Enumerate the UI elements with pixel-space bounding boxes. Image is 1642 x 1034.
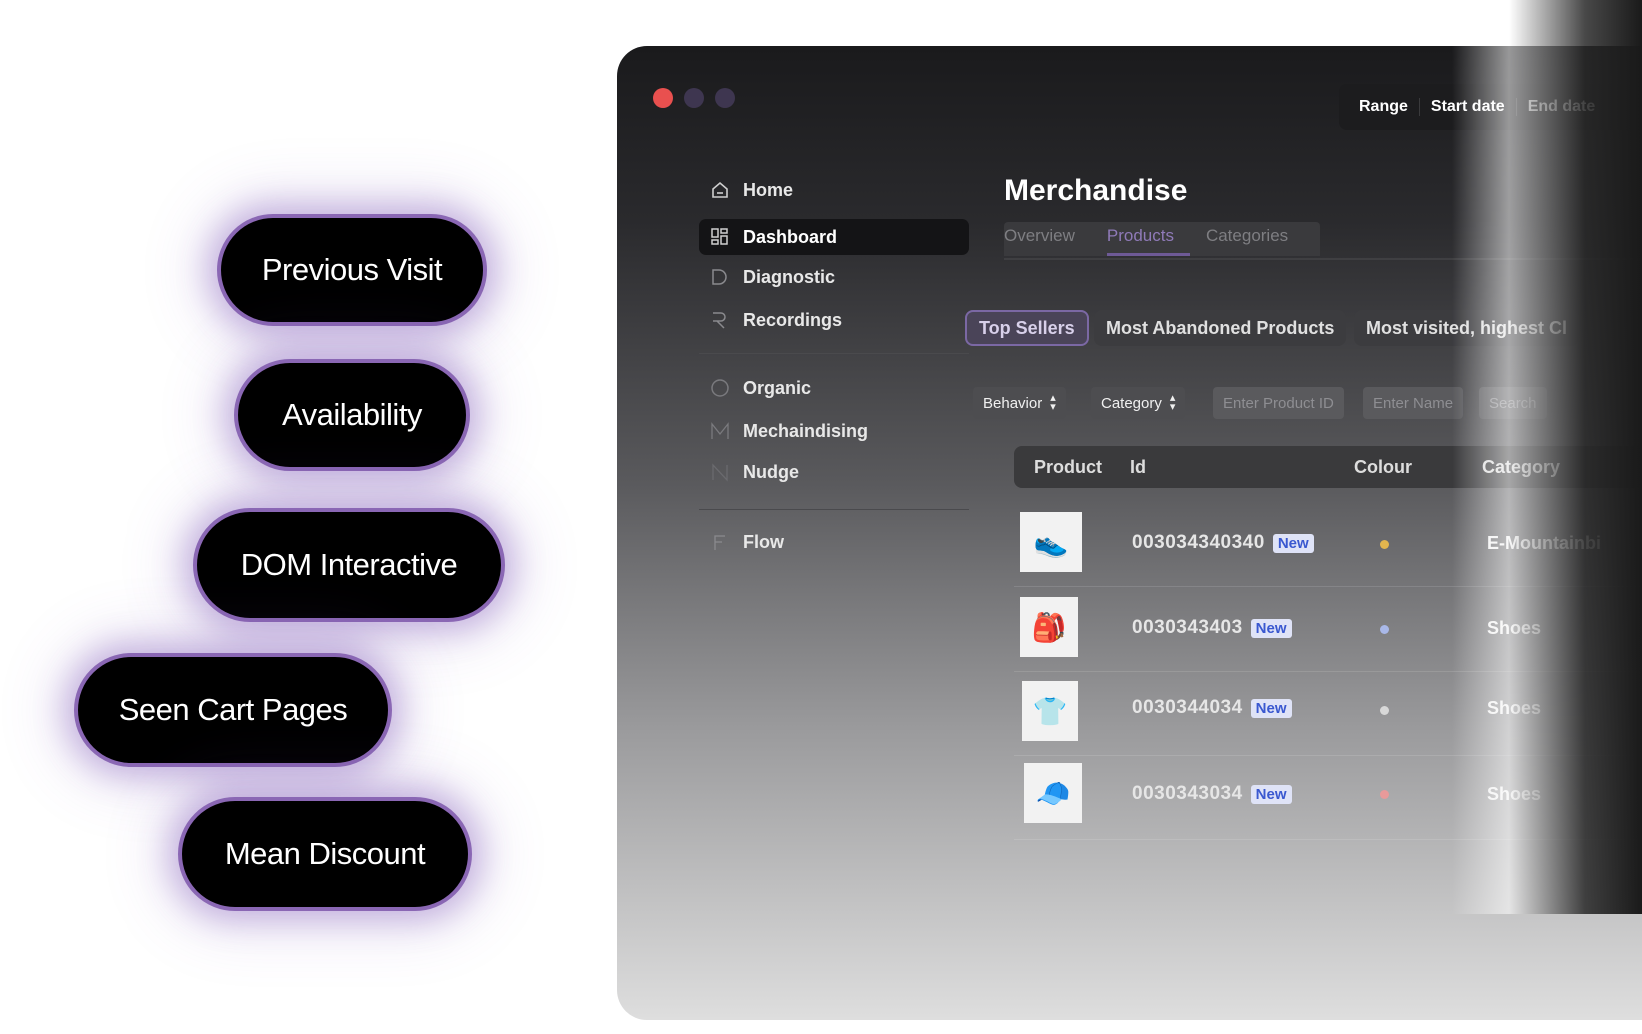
table-row[interactable]: 👕 0030344034 New Shoes bbox=[1014, 671, 1642, 756]
col-product[interactable]: Product bbox=[1034, 457, 1102, 478]
new-badge: New bbox=[1272, 533, 1314, 553]
page-title: Merchandise bbox=[1004, 174, 1188, 207]
sort-arrows-icon: ▴ ▾ bbox=[1050, 392, 1056, 413]
chip-most-abandoned[interactable]: Most Abandoned Products bbox=[1094, 310, 1347, 346]
pill-dom-interactive[interactable]: DOM Interactive bbox=[193, 508, 505, 622]
sidebar-item-label: Diagnostic bbox=[743, 266, 836, 287]
circle-icon bbox=[709, 377, 731, 399]
product-id-text: 0030343403 bbox=[1132, 617, 1243, 638]
product-id: 0030344034 New bbox=[1132, 697, 1292, 719]
sidebar-item-organic[interactable]: Organic bbox=[699, 370, 969, 406]
col-category[interactable]: Category bbox=[1482, 457, 1560, 478]
sidebar-item-label: Organic bbox=[743, 377, 812, 398]
colour-dot bbox=[1380, 540, 1389, 549]
sidebar-item-label: Nudge bbox=[743, 461, 799, 482]
table-row[interactable]: 🎒 0030343403 New Shoes bbox=[1014, 587, 1642, 672]
chip-most-visited[interactable]: Most visited, highest Cl bbox=[1354, 310, 1580, 346]
product-id-text: 0030344034 bbox=[1132, 697, 1243, 718]
product-id-text: 0030343034 bbox=[1132, 783, 1243, 804]
category-select-label: Category bbox=[1101, 394, 1162, 412]
behavior-select[interactable]: Behavior ▴ ▾ bbox=[973, 387, 1066, 419]
sidebar-item-mechaindising[interactable]: Mechaindising bbox=[699, 413, 969, 449]
product-id: 003034340340 New bbox=[1132, 532, 1314, 554]
new-badge: New bbox=[1250, 618, 1292, 638]
name-input[interactable]: Enter Name bbox=[1363, 387, 1464, 419]
app-window: Range Start date End date Home Dashboard… bbox=[617, 46, 1642, 1020]
new-badge: New bbox=[1250, 698, 1292, 718]
tab-categories[interactable]: Categories bbox=[1206, 222, 1304, 256]
shoe-image: 👟 bbox=[1020, 512, 1082, 572]
colour-dot bbox=[1380, 790, 1389, 799]
table-header: Product Id Colour Category bbox=[1014, 446, 1642, 488]
tab-bar: Overview Products Categories bbox=[1004, 222, 1321, 256]
end-date-button[interactable]: End date bbox=[1517, 98, 1607, 116]
sidebar-item-diagnostic[interactable]: Diagnostic bbox=[699, 259, 969, 295]
product-id-input[interactable]: Enter Product ID bbox=[1213, 387, 1344, 419]
category-text: Shoes bbox=[1487, 618, 1542, 638]
sidebar-item-flow[interactable]: Flow bbox=[699, 524, 969, 560]
product-id: 0030343403 New bbox=[1132, 617, 1292, 639]
minimize-window-button[interactable] bbox=[684, 88, 704, 108]
pill-availability[interactable]: Availability bbox=[234, 359, 470, 471]
pill-seen-cart-pages[interactable]: Seen Cart Pages bbox=[74, 653, 392, 767]
date-range-bar: Range Start date End date bbox=[1339, 84, 1642, 130]
col-id[interactable]: Id bbox=[1130, 457, 1146, 478]
f-icon bbox=[709, 531, 731, 553]
category-text: Shoes bbox=[1487, 784, 1542, 804]
sidebar-item-recordings[interactable]: Recordings bbox=[699, 302, 969, 338]
sidebar-item-label: Flow bbox=[743, 531, 784, 552]
grid-icon bbox=[709, 226, 731, 248]
r-icon bbox=[709, 309, 731, 331]
behavior-select-label: Behavior bbox=[983, 394, 1043, 412]
sidebar-item-nudge[interactable]: Nudge bbox=[699, 454, 969, 490]
tab-overview[interactable]: Overview bbox=[1004, 222, 1091, 256]
sidebar-divider bbox=[699, 509, 969, 510]
table-row[interactable]: 🧢 0030343034 New Shoes bbox=[1014, 755, 1642, 840]
new-badge: New bbox=[1250, 784, 1292, 804]
d-icon bbox=[709, 266, 731, 288]
close-window-button[interactable] bbox=[653, 88, 673, 108]
pill-previous-visit[interactable]: Previous Visit bbox=[217, 214, 487, 326]
range-button[interactable]: Range bbox=[1339, 98, 1420, 116]
sidebar-item-label: Home bbox=[743, 179, 794, 200]
sidebar-item-label: Dashboard bbox=[743, 226, 838, 247]
sidebar-item-dashboard[interactable]: Dashboard bbox=[699, 219, 969, 255]
home-icon bbox=[709, 179, 731, 201]
search-input[interactable]: Search bbox=[1479, 387, 1547, 419]
n-icon bbox=[709, 461, 731, 483]
tab-divider bbox=[1004, 258, 1642, 260]
table-row[interactable]: 👟 003034340340 New E-Mountainbi bbox=[1014, 502, 1642, 587]
m-icon bbox=[709, 420, 731, 442]
category-select[interactable]: Category ▴ ▾ bbox=[1091, 387, 1186, 419]
sidebar-item-label: Recordings bbox=[743, 309, 843, 330]
backpack-image: 🎒 bbox=[1020, 597, 1078, 657]
chip-top-sellers[interactable]: Top Sellers bbox=[965, 310, 1089, 346]
sidebar-item-label: Mechaindising bbox=[743, 420, 869, 441]
colour-dot bbox=[1380, 625, 1389, 634]
sort-arrows-icon: ▴ ▾ bbox=[1169, 392, 1176, 413]
col-colour[interactable]: Colour bbox=[1354, 457, 1412, 478]
shirt-image: 👕 bbox=[1022, 681, 1078, 741]
colour-dot bbox=[1380, 706, 1389, 715]
product-id: 0030343034 New bbox=[1132, 783, 1292, 805]
category-text: E-Mountainbi bbox=[1487, 533, 1601, 553]
product-id-text: 003034340340 bbox=[1132, 532, 1265, 553]
maximize-window-button[interactable] bbox=[715, 88, 735, 108]
start-date-button[interactable]: Start date bbox=[1420, 98, 1517, 116]
sidebar-divider bbox=[699, 353, 969, 354]
tab-products[interactable]: Products bbox=[1106, 222, 1190, 256]
cap-image: 🧢 bbox=[1024, 763, 1082, 823]
sidebar-item-home[interactable]: Home bbox=[699, 172, 969, 208]
pill-mean-discount[interactable]: Mean Discount bbox=[178, 797, 472, 911]
category-text: Shoes bbox=[1487, 698, 1542, 718]
